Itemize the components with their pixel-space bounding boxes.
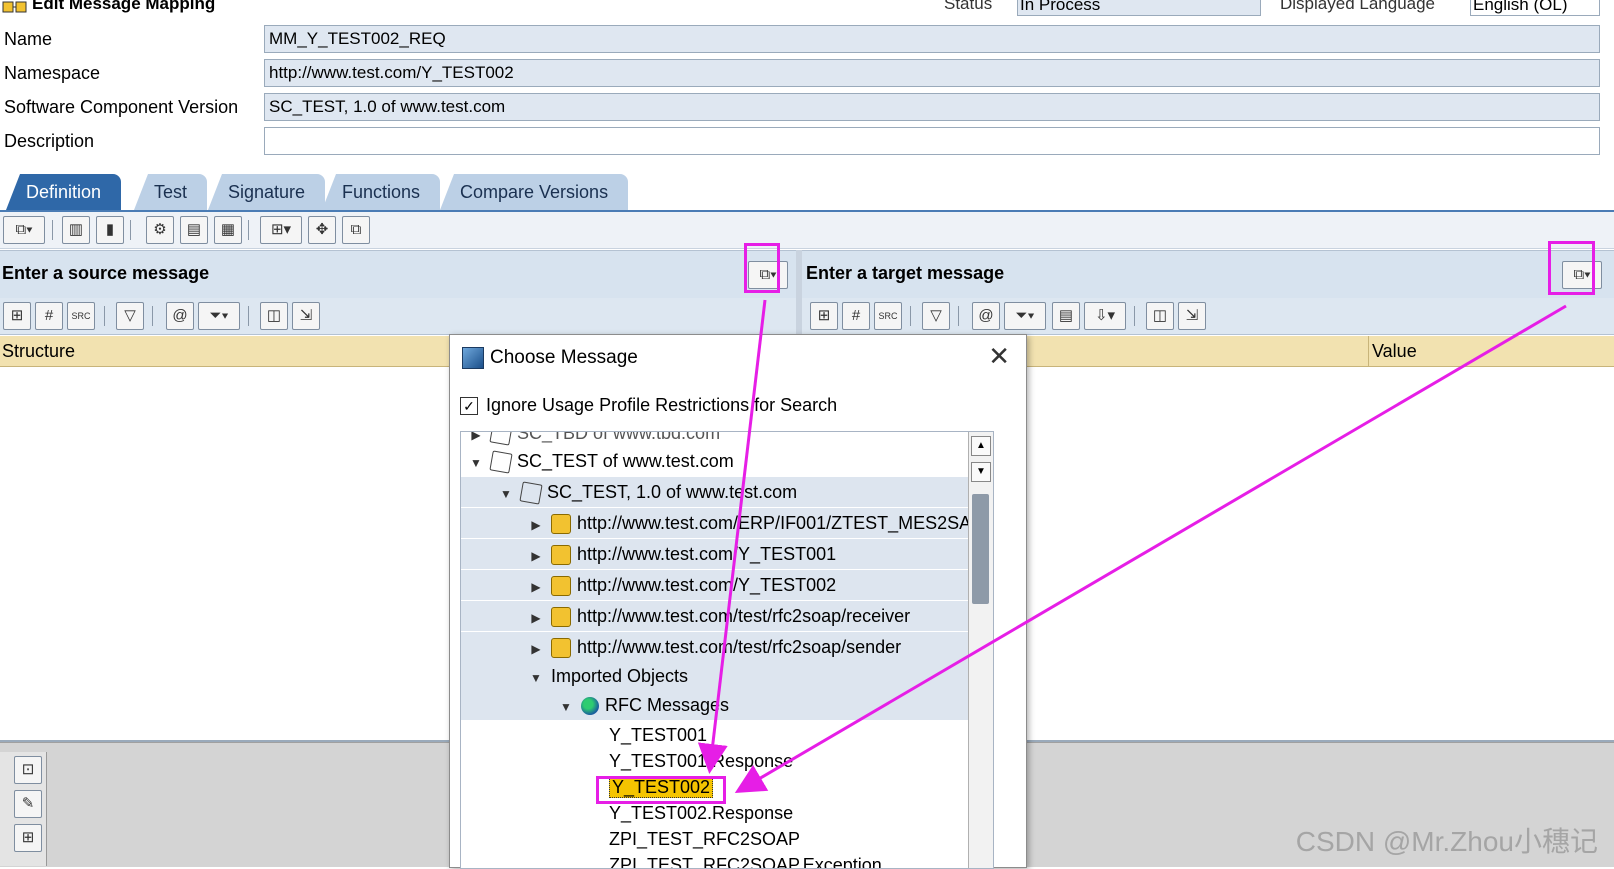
watermark: CSDN @Mr.Zhou小穗记	[1295, 826, 1598, 857]
arrow-source-to-item	[697, 299, 767, 774]
arrow-target-to-item	[734, 304, 1567, 794]
annotation-arrows	[697, 299, 1567, 794]
